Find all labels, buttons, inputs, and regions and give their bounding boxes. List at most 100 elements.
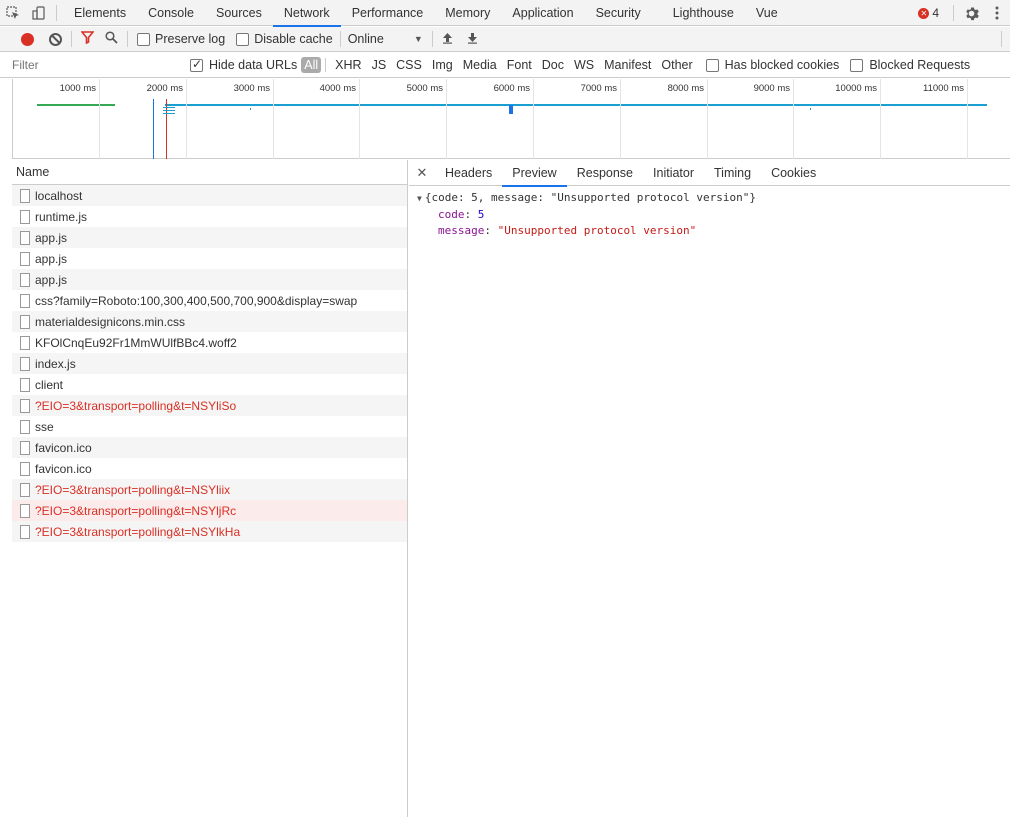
timeline-tick-label: 3000 ms [233,83,270,94]
tab-elements[interactable]: Elements [63,0,137,26]
request-row[interactable]: ?EIO=3&transport=polling&t=NSYliSo [12,395,407,416]
request-row[interactable]: materialdesignicons.min.css [12,311,407,332]
type-filter-media[interactable]: Media [458,57,502,73]
inspect-element-icon[interactable] [0,0,26,26]
type-filter-js[interactable]: JS [367,57,392,73]
type-filter-manifest[interactable]: Manifest [599,57,656,73]
tab-timing[interactable]: Timing [704,160,761,186]
tab-vue[interactable]: Vue [745,0,789,26]
request-row[interactable]: favicon.ico [12,437,407,458]
filter-funnel-icon[interactable] [80,31,95,47]
type-filter-ws[interactable]: WS [569,57,599,73]
request-row[interactable]: css?family=Roboto:100,300,400,500,700,90… [12,290,407,311]
tab-performance[interactable]: Performance [341,0,435,26]
type-filter-other[interactable]: Other [656,57,697,73]
tab-console[interactable]: Console [137,0,205,26]
tab-network[interactable]: Network [272,0,341,27]
record-button-icon[interactable] [21,32,34,46]
request-name: app.js [35,230,68,245]
timeline-bar [163,113,175,114]
request-row[interactable]: ?EIO=3&transport=polling&t=NSYliix [12,479,407,500]
disable-cache-check[interactable] [236,32,250,46]
timeline-tick-label: 7000 ms [580,83,617,94]
request-row[interactable]: app.js [12,227,407,248]
tab-headers[interactable]: Headers [435,160,502,186]
type-filter-all[interactable]: All [301,57,322,73]
request-row[interactable]: favicon.ico [12,458,407,479]
tab-memory[interactable]: Memory [434,0,501,26]
type-filter-img[interactable]: Img [427,57,458,73]
request-name: css?family=Roboto:100,300,400,500,700,90… [35,293,358,308]
timeline-gridline [880,79,881,159]
request-row[interactable]: app.js [12,248,407,269]
timeline-tick-label: 4000 ms [319,83,356,94]
clear-log-icon[interactable] [49,32,62,46]
file-icon [20,419,30,434]
preserve-log-check[interactable] [137,32,150,46]
close-icon[interactable]: ✕ [409,165,435,181]
file-icon [20,482,30,497]
blocked-requests-check[interactable] [850,58,864,72]
tab-lighthouse[interactable]: Lighthouse [662,0,745,26]
tab-application[interactable]: Application [501,0,584,26]
tab-preview[interactable]: Preview [502,160,568,187]
request-name: app.js [35,272,68,287]
has-blocked-cookies-label: Has blocked cookies [724,58,840,72]
export-har-download-icon[interactable] [467,32,478,47]
blocked-requests-checkbox[interactable]: Blocked Requests [850,58,970,72]
request-name: index.js [35,356,76,371]
file-icon [20,461,30,476]
request-name: materialdesignicons.min.css [35,314,186,329]
error-count-badge[interactable]: ✕ 4 [918,6,939,20]
file-icon [20,524,30,539]
search-icon[interactable] [105,31,118,47]
tab-response[interactable]: Response [567,160,643,186]
file-icon [20,230,30,245]
more-options-kebab-icon[interactable] [984,0,1010,26]
type-filter-xhr[interactable]: XHR [330,57,366,73]
request-row[interactable]: ?EIO=3&transport=polling&t=NSYljRc [12,500,407,521]
request-row[interactable]: sse [12,416,407,437]
timeline-gridline [99,79,100,159]
json-object-summary[interactable]: ▼ {code: 5, message: "Unsupported protoco… [417,190,1002,207]
timeline-gridline [273,79,274,159]
json-value: 5 [477,208,485,221]
disable-cache-checkbox[interactable]: Disable cache [236,32,333,46]
throttling-select[interactable]: Online ▼ [348,32,423,46]
tab-sources[interactable]: Sources [205,0,273,26]
request-row[interactable]: runtime.js [12,206,407,227]
tab-security[interactable]: Security [585,0,652,26]
divider [1001,31,1002,47]
settings-gear-icon[interactable] [958,0,984,26]
divider [953,5,954,21]
type-filter-font[interactable]: Font [502,57,537,73]
file-icon [20,503,30,518]
has-blocked-cookies-checkbox[interactable]: Has blocked cookies [705,58,840,72]
timeline-bar [165,104,987,106]
timeline-overview[interactable]: 1000 ms 2000 ms 3000 ms 4000 ms 5000 ms 6000 … [12,79,1010,159]
divider [431,31,433,47]
expand-triangle-icon[interactable]: ▼ [417,194,422,203]
request-row[interactable]: ?EIO=3&transport=polling&t=NSYlkHa [12,521,407,542]
request-row[interactable]: KFOlCnqEu92Fr1MmWUlfBBc4.woff2 [12,332,407,353]
network-toolbar: Preserve log Disable cache Online ▼ [0,27,1010,52]
type-filter-doc[interactable]: Doc [537,57,569,73]
type-filter-css[interactable]: CSS [391,57,427,73]
column-header-name[interactable]: Name [12,160,407,185]
request-row[interactable]: client [12,374,407,395]
device-toolbar-icon[interactable] [26,0,52,26]
hide-data-urls-check[interactable] [190,57,203,72]
hide-data-urls-checkbox[interactable]: Hide data URLs [190,57,297,72]
timeline-tick-label: 6000 ms [493,83,530,94]
preserve-log-checkbox[interactable]: Preserve log [137,32,225,46]
chevron-down-icon: ▼ [413,34,423,44]
tab-initiator[interactable]: Initiator [643,160,704,186]
request-row[interactable]: index.js [12,353,407,374]
import-har-upload-icon[interactable] [442,32,453,47]
filter-input[interactable] [12,55,190,75]
tab-cookies[interactable]: Cookies [761,160,826,186]
has-blocked-cookies-check[interactable] [705,58,719,72]
request-row[interactable]: localhost [12,185,407,206]
request-row[interactable]: app.js [12,269,407,290]
timeline-gridline [707,79,708,159]
